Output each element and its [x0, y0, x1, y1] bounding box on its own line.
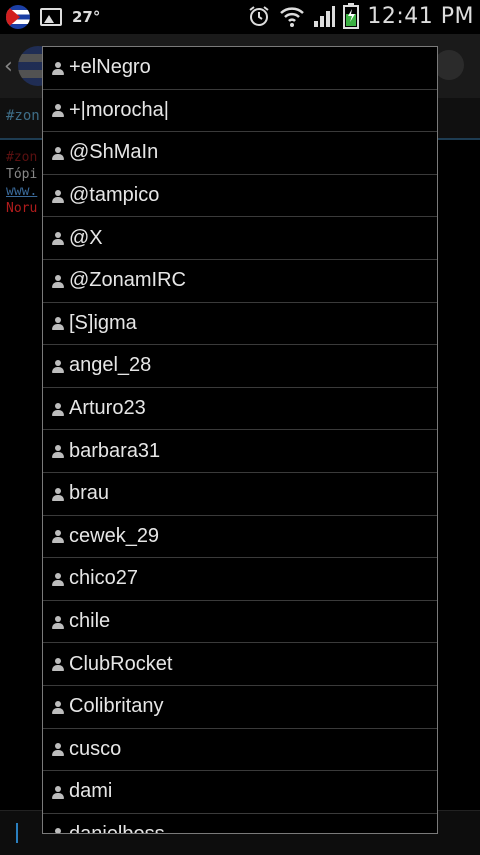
- nick-list-item[interactable]: chile: [43, 601, 437, 644]
- nick-list-item[interactable]: Arturo23: [43, 388, 437, 431]
- chat-line: Noru: [6, 201, 38, 216]
- nick-label: barbara31: [69, 439, 161, 462]
- user-icon: [51, 785, 65, 799]
- nick-list-item[interactable]: cusco: [43, 729, 437, 772]
- nick-label: ClubRocket: [69, 652, 173, 675]
- battery-icon: [343, 3, 360, 29]
- nick-list-item[interactable]: ClubRocket: [43, 643, 437, 686]
- nick-label: @ShMaIn: [69, 141, 159, 164]
- signal-icon: [314, 6, 336, 27]
- user-icon: [51, 615, 65, 629]
- text-cursor: [16, 823, 18, 843]
- user-icon: [51, 657, 65, 672]
- user-icon: [51, 742, 65, 757]
- nick-label: angel_28: [69, 354, 152, 377]
- nick-list-item[interactable]: dami: [43, 771, 437, 814]
- user-icon: [51, 444, 65, 459]
- user-icon: [51, 529, 65, 544]
- nick-list-item[interactable]: [S]igma: [43, 303, 437, 346]
- nick-label: cusco: [69, 737, 122, 760]
- user-icon: [51, 402, 65, 416]
- nick-list-item[interactable]: chico27: [43, 558, 437, 601]
- image-icon: [40, 8, 62, 26]
- nick-list-item[interactable]: @ShMaIn: [43, 132, 437, 175]
- users-icon[interactable]: [434, 50, 464, 80]
- cuba-flag-icon: [6, 5, 30, 29]
- nick-list-item[interactable]: Colibritany: [43, 686, 437, 729]
- nick-label: cewek_29: [69, 524, 160, 547]
- user-icon: [51, 189, 65, 203]
- chat-line: #zon: [6, 150, 38, 165]
- nick-label: @ZonamIRC: [69, 269, 186, 292]
- nick-label: dami: [69, 780, 113, 803]
- nick-label: +elNegro: [69, 56, 151, 79]
- wifi-icon: [280, 7, 305, 27]
- nick-list-item[interactable]: +|morocha|: [43, 90, 437, 133]
- nick-list-item[interactable]: danielboss: [43, 814, 437, 834]
- nick-label: [S]igma: [69, 311, 137, 334]
- nick-list-item[interactable]: barbara31: [43, 430, 437, 473]
- chat-line: Tópi: [6, 167, 38, 182]
- user-icon: [51, 274, 65, 288]
- nick-label: Arturo23: [69, 397, 146, 420]
- nick-list-item[interactable]: @X: [43, 217, 437, 260]
- user-icon: [51, 103, 65, 118]
- nick-label: danielboss: [69, 822, 165, 834]
- nick-list-item[interactable]: @ZonamIRC: [43, 260, 437, 303]
- user-icon: [51, 61, 65, 75]
- clock-time: 12:41 PM: [367, 3, 474, 29]
- user-icon: [51, 231, 65, 246]
- nick-list-item[interactable]: brau: [43, 473, 437, 516]
- chat-link[interactable]: www.: [6, 184, 37, 199]
- user-icon: [51, 487, 65, 501]
- user-icon: [51, 827, 65, 833]
- tab-channel[interactable]: #zon: [6, 108, 40, 124]
- nick-label: @tampico: [69, 184, 160, 207]
- user-icon: [51, 700, 65, 714]
- alarm-icon: [249, 6, 269, 26]
- user-icon: [51, 572, 65, 586]
- user-icon: [51, 359, 65, 373]
- user-icon: [51, 146, 65, 160]
- nick-list-item[interactable]: +elNegro: [43, 47, 437, 90]
- nick-label: @X: [69, 226, 103, 249]
- nick-label: chile: [69, 610, 111, 633]
- temperature: 27°: [72, 8, 101, 26]
- nick-list-dropdown[interactable]: +elNegro +|morocha| @ShMaIn @tampico @X @Zona…: [42, 46, 438, 834]
- user-icon: [51, 316, 65, 331]
- nick-label: chico27: [69, 567, 138, 590]
- nick-label: brau: [69, 482, 110, 505]
- nick-list-item[interactable]: cewek_29: [43, 516, 437, 559]
- nick-label: +|morocha|: [69, 98, 169, 121]
- nick-label: Colibritany: [69, 695, 164, 718]
- nick-list-item[interactable]: @tampico: [43, 175, 437, 218]
- back-chevron-icon[interactable]: ‹: [4, 54, 13, 79]
- status-bar: 27° 12:41 PM: [0, 0, 480, 34]
- nick-list-item[interactable]: angel_28: [43, 345, 437, 388]
